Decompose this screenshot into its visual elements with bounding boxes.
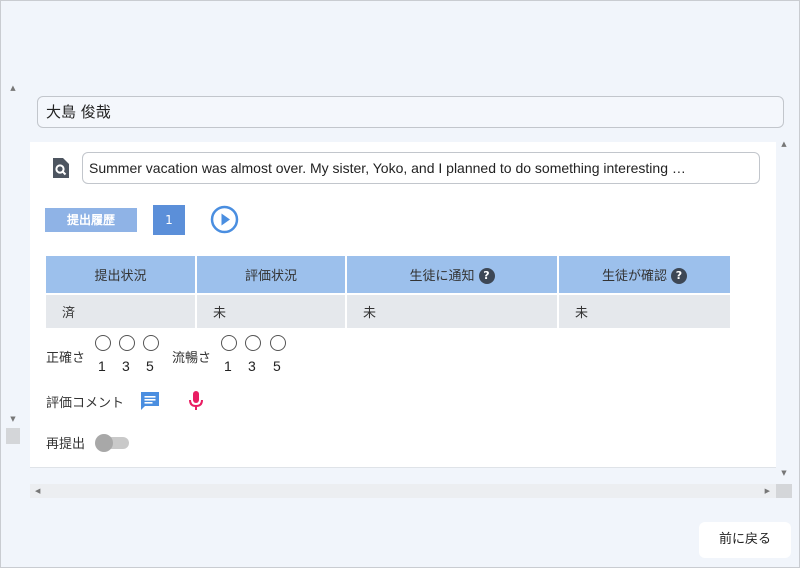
submission-history-label: 提出履歴 [45,208,137,232]
search-document-icon[interactable] [51,158,69,178]
accuracy-radio-3[interactable] [119,335,135,351]
evaluation-comment-label: 評価コメント [46,396,125,411]
table-row: 済 未 未 未 [46,293,730,328]
scroll-left-arrow-icon[interactable]: ◀ [35,487,40,495]
accuracy-option-label: 3 [122,358,130,374]
back-button[interactable]: 前に戻る [699,522,791,558]
resubmit-label: 再提出 [46,437,86,452]
student-confirmed-value: 未 [558,293,730,328]
answer-text-field[interactable]: Summer vacation was almost over. My sist… [82,152,760,184]
submission-status-value: 済 [46,293,197,328]
help-icon[interactable]: ? [671,268,687,285]
comment-icon[interactable] [139,391,161,411]
evaluation-status-value: 未 [196,293,347,328]
play-icon[interactable] [210,205,239,234]
header-evaluation-status: 評価状況 [196,256,347,294]
scroll-up-arrow-icon[interactable]: ▲ [780,140,788,148]
scroll-down-arrow-icon[interactable]: ▼ [780,469,788,477]
accuracy-radio-5[interactable] [143,335,159,351]
toggle-knob[interactable] [95,434,113,452]
accuracy-option-label: 5 [146,358,154,374]
fluency-radio-3[interactable] [245,335,261,351]
fluency-radio-1[interactable] [221,335,237,351]
panel-scrollbar[interactable]: ▲ ▼ [776,136,792,480]
header-submission-status: 提出状況 [46,256,197,294]
accuracy-label: 正確さ [46,351,86,366]
scroll-up-arrow-icon[interactable]: ▲ [9,84,17,92]
fluency-label: 流暢さ [172,351,212,366]
fluency-option-label: 5 [273,358,281,374]
header-student-confirmed: 生徒が確認? [558,256,730,294]
scrollbar-corner [776,484,792,498]
accuracy-option-label: 1 [98,358,106,374]
history-number-button[interactable]: 1 [153,205,185,235]
scroll-right-arrow-icon[interactable]: ▶ [765,487,770,495]
table-header-row: 提出状況 評価状況 生徒に通知? 生徒が確認? [46,256,730,294]
student-name-field: 大島 俊哉 [37,96,784,128]
fluency-option-label: 1 [224,358,232,374]
resubmit-toggle[interactable] [95,434,131,452]
microphone-icon[interactable] [188,390,204,412]
outer-scrollbar[interactable]: ▲ ▼ [6,82,20,444]
header-notify-student: 生徒に通知? [346,256,559,294]
scroll-down-arrow-icon[interactable]: ▼ [9,415,17,423]
notify-student-value: 未 [346,293,559,328]
accuracy-radio-1[interactable] [95,335,111,351]
status-table: 提出状況 評価状況 生徒に通知? 生徒が確認? 済 未 未 未 [46,256,730,328]
fluency-option-label: 3 [248,358,256,374]
horizontal-scrollbar[interactable]: ◀ ▶ [30,484,776,498]
fluency-radio-5[interactable] [270,335,286,351]
scroll-thumb[interactable] [6,428,20,444]
help-icon[interactable]: ? [478,268,495,285]
